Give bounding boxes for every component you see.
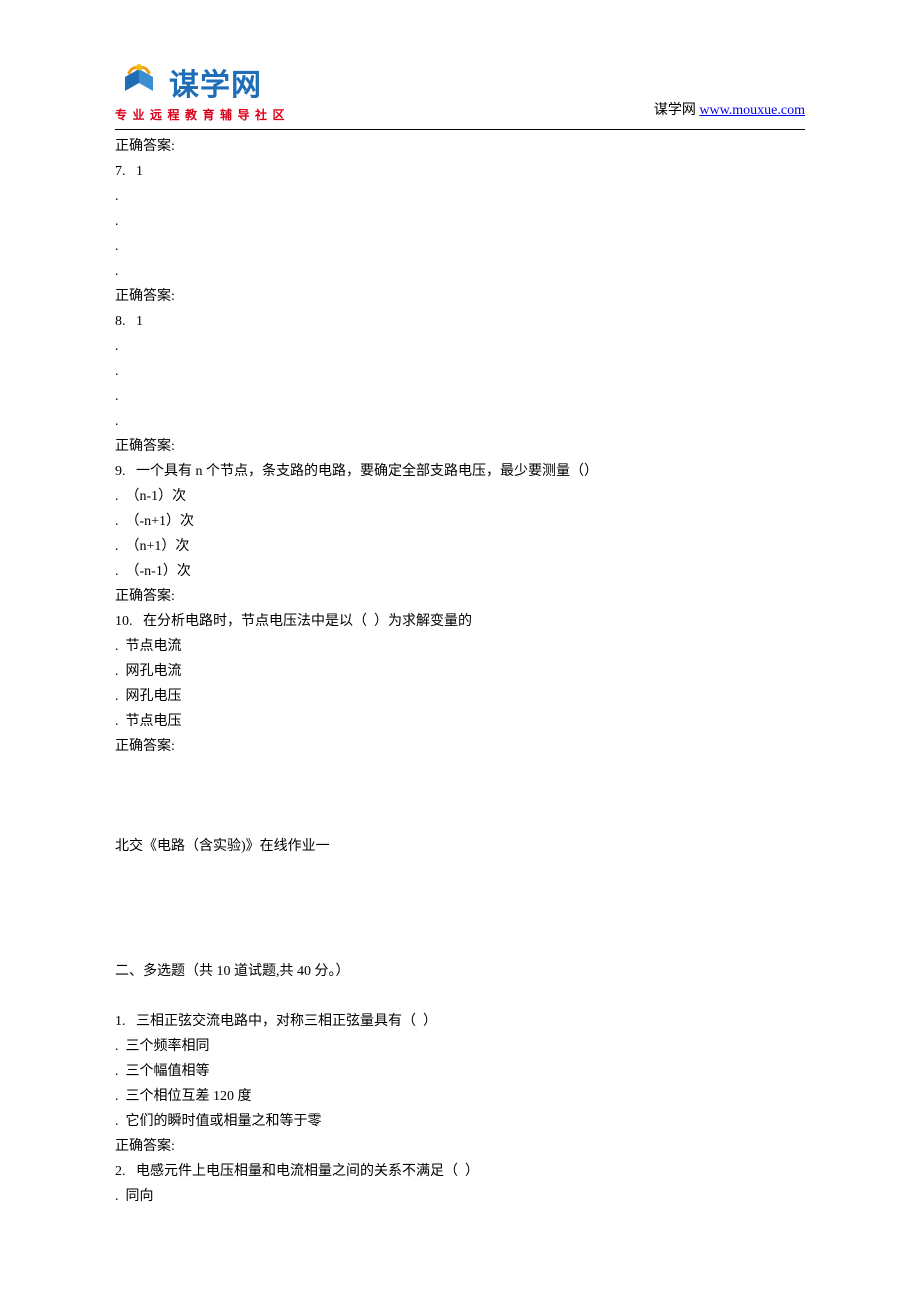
text-line: . 节点电流 [115, 634, 805, 659]
text-line: . 三个相位互差 120 度 [115, 1084, 805, 1109]
text-line: . [115, 409, 805, 434]
text-line: . [115, 384, 805, 409]
text-line: 正确答案: [115, 584, 805, 609]
blank-line [115, 859, 805, 884]
text-line: . 同向 [115, 1184, 805, 1209]
text-line: . [115, 334, 805, 359]
text-line: 10. 在分析电路时，节点电压法中是以（ ）为求解变量的 [115, 609, 805, 634]
site-link[interactable]: www.mouxue.com [699, 103, 805, 118]
text-line: 北交《电路（含实验)》在线作业一 [115, 834, 805, 859]
text-line: 正确答案: [115, 1134, 805, 1159]
blank-line [115, 784, 805, 809]
site-label: 谋学网 www.mouxue.com [654, 99, 805, 123]
blank-line [115, 759, 805, 784]
text-line: 正确答案: [115, 134, 805, 159]
text-line: 二、多选题（共 10 道试题,共 40 分。） [115, 959, 805, 984]
text-line: 9. 一个具有 n 个节点，条支路的电路，要确定全部支路电压，最少要测量（） [115, 459, 805, 484]
text-line: 8. 1 [115, 309, 805, 334]
text-line: . （n+1）次 [115, 534, 805, 559]
header-divider [115, 129, 805, 130]
text-line: . [115, 234, 805, 259]
logo-subtitle: 专业远程教育辅导社区 [115, 106, 290, 123]
text-line: . 它们的瞬时值或相量之和等于零 [115, 1109, 805, 1134]
text-line: 正确答案: [115, 734, 805, 759]
text-line: . （-n-1）次 [115, 559, 805, 584]
document-page: 谋学网 专业远程教育辅导社区 谋学网 www.mouxue.com 正确答案:7… [0, 0, 920, 1289]
blank-line [115, 909, 805, 934]
page-header: 谋学网 专业远程教育辅导社区 谋学网 www.mouxue.com [115, 60, 805, 123]
text-line: . 节点电压 [115, 709, 805, 734]
text-line: . （n-1）次 [115, 484, 805, 509]
logo-name: 谋学网 [169, 60, 262, 104]
text-line: . （-n+1）次 [115, 509, 805, 534]
blank-line [115, 984, 805, 1009]
text-line: . 三个幅值相等 [115, 1059, 805, 1084]
blank-line [115, 934, 805, 959]
text-line: . [115, 359, 805, 384]
text-line: 正确答案: [115, 434, 805, 459]
text-line: 1. 三相正弦交流电路中，对称三相正弦量具有（ ） [115, 1009, 805, 1034]
blank-line [115, 884, 805, 909]
text-line: . 网孔电流 [115, 659, 805, 684]
blank-line [115, 809, 805, 834]
text-line: 2. 电感元件上电压相量和电流相量之间的关系不满足（ ） [115, 1159, 805, 1184]
text-line: . [115, 209, 805, 234]
logo-block: 谋学网 专业远程教育辅导社区 [115, 60, 290, 123]
text-line: . 网孔电压 [115, 684, 805, 709]
text-line: . [115, 259, 805, 284]
site-prefix: 谋学网 [654, 103, 700, 118]
text-line: 正确答案: [115, 284, 805, 309]
document-body: 正确答案:7. 1. . . . 正确答案:8. 1. . . . 正确答案:9… [115, 134, 805, 1209]
text-line: 7. 1 [115, 159, 805, 184]
logo-row: 谋学网 [115, 60, 262, 104]
text-line: . 三个频率相同 [115, 1034, 805, 1059]
logo-icon [115, 63, 163, 101]
text-line: . [115, 184, 805, 209]
